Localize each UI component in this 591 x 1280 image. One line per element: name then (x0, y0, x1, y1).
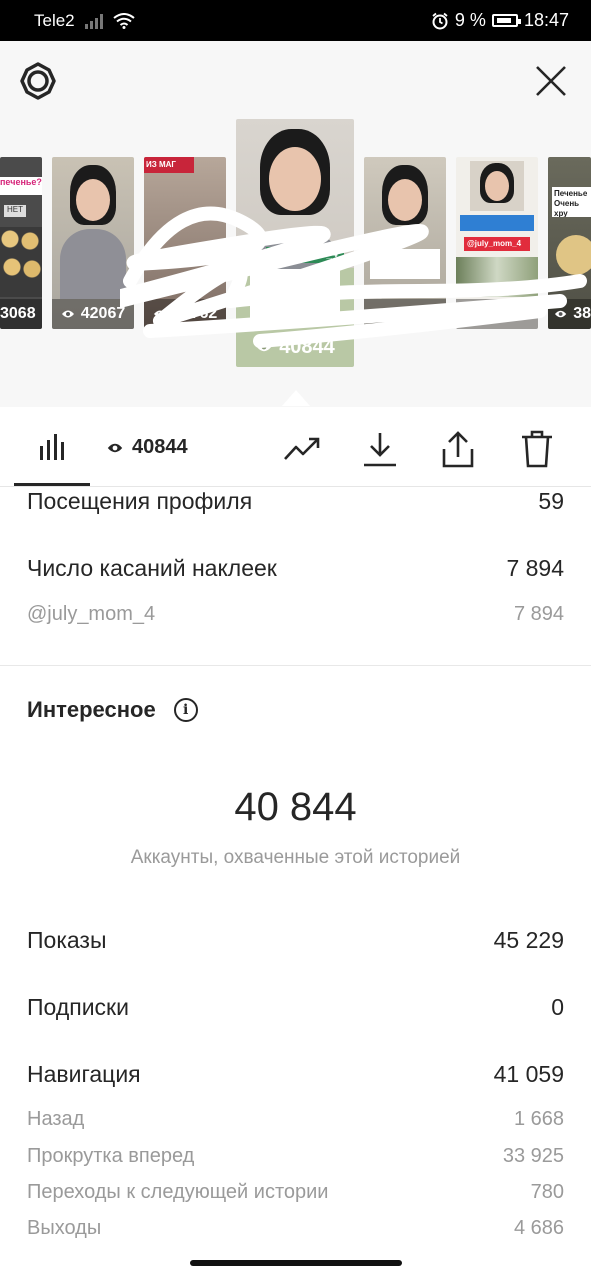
stat-label: Подписки (27, 994, 129, 1020)
stat-value: 7 894 (506, 555, 564, 581)
thumbnail-views: 38 (548, 299, 591, 329)
alarm-icon (432, 12, 448, 29)
eye-icon (107, 443, 123, 452)
stat-label: Выходы (27, 1217, 102, 1239)
stat-value: 45 229 (493, 927, 564, 953)
story-thumbnail[interactable]: Печенье Очень хру 38 (548, 157, 591, 329)
settings-gear-icon[interactable] (18, 61, 58, 101)
selected-pointer (282, 390, 310, 406)
trending-icon[interactable] (283, 429, 323, 469)
bar-chart-icon[interactable] (38, 432, 68, 462)
stat-row-navigation: Навигация 41 059 (27, 1061, 564, 1088)
stat-label: Прокрутка вперед (27, 1145, 195, 1167)
thumbnail-views: 40844 (236, 327, 354, 367)
stat-label: Показы (27, 927, 107, 953)
divider (0, 665, 591, 666)
nav-detail-next-story: Переходы к следующей истории 780 (27, 1181, 564, 1204)
stat-row-sticker-taps: Число касаний наклеек 7 894 (27, 555, 564, 582)
stat-label: Число касаний наклеек (27, 555, 277, 581)
home-indicator[interactable] (190, 1260, 402, 1266)
stat-value: 1 668 (513, 1108, 564, 1130)
tab-underline (14, 483, 90, 486)
stat-label: Назад (27, 1108, 85, 1130)
eye-icon (256, 342, 272, 352)
stat-value: 4 686 (513, 1217, 564, 1239)
wifi-icon (113, 13, 135, 29)
stat-value: 41 059 (493, 1061, 564, 1087)
eye-icon (153, 310, 166, 318)
mention-sticker: @july_mom_4 (464, 237, 530, 251)
poll-option: НЕТ (4, 205, 26, 217)
stat-value: 0 (551, 994, 564, 1020)
thumbnail-views: 41762 (144, 299, 226, 329)
story-caption: Печенье Очень хру (552, 187, 591, 217)
stat-label: Навигация (27, 1061, 141, 1087)
status-bar: Tele2 9 % 18:47 (0, 0, 591, 41)
stat-row-follows: Подписки 0 (27, 994, 564, 1021)
stat-value: 59 (538, 488, 564, 514)
views-count[interactable]: 40844 (106, 436, 188, 459)
nav-detail-forward: Прокрутка вперед 33 925 (27, 1145, 564, 1168)
carrier-name: Tele2 (34, 11, 75, 30)
story-thumbnail[interactable]: печенье? НЕТ 3068 (0, 157, 42, 329)
story-thumbnail[interactable]: 40699 (364, 157, 446, 329)
stat-row-profile-visits: Посещения профиля 59 (27, 488, 564, 515)
stat-label: Посещения профиля (27, 488, 253, 514)
section-title-interesting: Интересное i (27, 697, 198, 723)
battery-icon (491, 14, 521, 27)
eye-icon (373, 310, 386, 318)
trash-icon[interactable] (517, 429, 557, 469)
signal-icon (84, 13, 103, 29)
story-thumbnail[interactable]: 42067 (52, 157, 134, 329)
share-icon[interactable] (438, 429, 478, 469)
eye-icon (554, 310, 567, 318)
story-thumbnail-selected[interactable]: @july_mom_4 40844 (236, 119, 354, 367)
reach-label: Аккаунты, охваченные этой историей (130, 847, 461, 868)
insights-toolbar: 40844 (0, 407, 591, 487)
download-icon[interactable] (360, 429, 400, 469)
mention-sticker: @july_mom_4 (266, 247, 344, 263)
clock: 18:47 (523, 10, 569, 30)
battery-percent: 9 % (454, 10, 486, 30)
close-icon[interactable] (531, 61, 571, 101)
nav-detail-back: Назад 1 668 (27, 1108, 564, 1131)
stat-value: 780 (530, 1181, 564, 1203)
story-thumbnail[interactable]: ИЗ МАГ 41762 (144, 157, 226, 329)
cookies-image (0, 227, 42, 297)
reach-value: 40 844 (234, 785, 357, 829)
eye-icon (61, 310, 74, 318)
story-thumbnail[interactable]: @july_mom_4 39820 (456, 157, 538, 329)
text-sticker (250, 269, 340, 325)
stat-row-impressions: Показы 45 229 (27, 927, 564, 954)
poll-caption: печенье? (0, 177, 42, 195)
thumbnail-views: 3068 (0, 299, 42, 329)
story-label: ИЗ МАГ (144, 157, 194, 173)
stat-label: Переходы к следующей истории (27, 1181, 329, 1203)
thumbnail-views: 39820 (456, 299, 538, 329)
thumbnail-views: 40699 (364, 299, 446, 329)
story-carousel-area: печенье? НЕТ 3068 42067 ИЗ МАГ 41762 @ju… (0, 41, 591, 407)
stat-row-mention-sticker: @july_mom_4 7 894 (27, 603, 564, 626)
nav-detail-exits: Выходы 4 686 (27, 1217, 564, 1240)
stat-value: 33 925 (502, 1145, 564, 1167)
info-icon[interactable]: i (173, 698, 198, 722)
thumbnail-views: 42067 (52, 299, 134, 329)
stat-value: 7 894 (513, 603, 564, 625)
stat-label: @july_mom_4 (27, 603, 156, 625)
